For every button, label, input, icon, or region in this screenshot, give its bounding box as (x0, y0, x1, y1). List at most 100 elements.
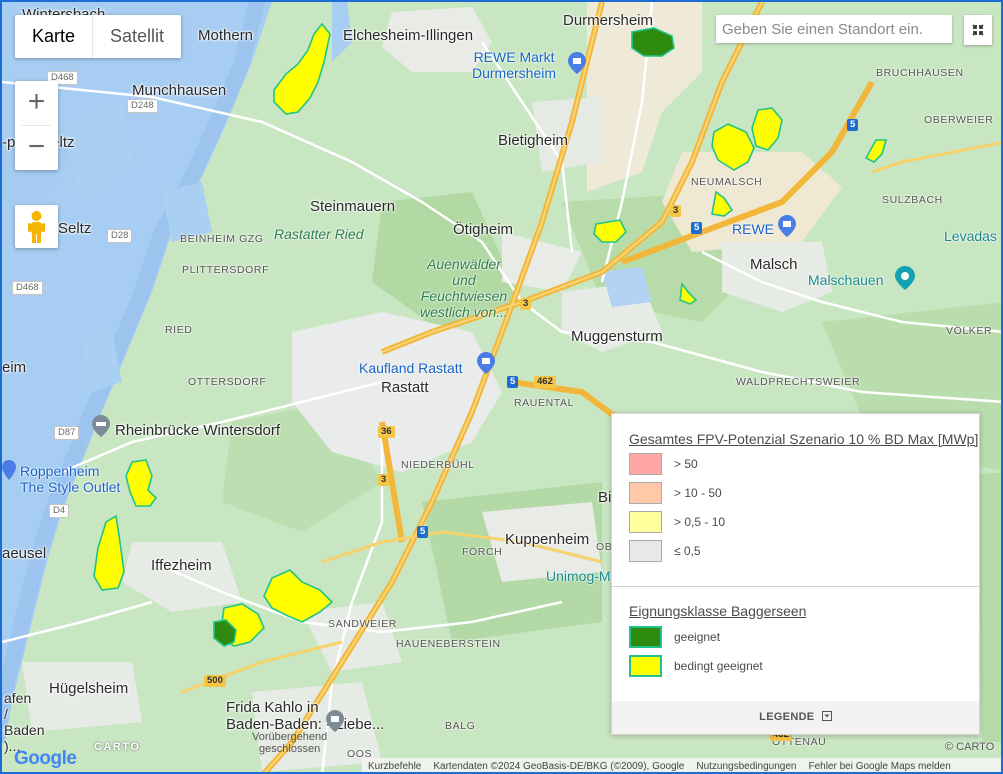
label-niederbuhl: NIEDERBÜHL (401, 459, 475, 471)
terms-link[interactable]: Nutzungsbedingungen (690, 761, 802, 772)
road-d248: D248 (127, 99, 158, 113)
legend-panel: Gesamtes FPV-Potenzial Szenario 10 % BD … (611, 413, 980, 735)
pegman-icon (28, 211, 45, 243)
label-beinheim: BEINHEIM GZG (180, 233, 264, 245)
google-logo-text: Google (14, 748, 77, 769)
label-mothern: Mothern (198, 27, 254, 44)
legend-label: > 0,5 - 10 (674, 515, 726, 529)
shopping-pin-icon[interactable] (568, 52, 586, 74)
label-haueneberstein: HAUENEBERSTEIN (396, 638, 501, 650)
shopping-pin-icon[interactable] (2, 460, 20, 482)
zoom-out-button[interactable]: − (15, 126, 58, 170)
map-type-karte-button[interactable]: Karte (15, 15, 94, 58)
label-bi: Bi (598, 489, 612, 506)
poi-roppenheim[interactable]: Roppenheim The Style Outlet (20, 463, 120, 495)
poi-rewe-markt[interactable]: REWE Markt Durmersheim (472, 49, 556, 81)
legend-swatch-10-50 (629, 482, 662, 504)
zoom-control: + − (15, 81, 58, 170)
collapse-icon (821, 711, 832, 721)
label-oberweier: OBERWEIER (924, 114, 994, 126)
label-hugelsheim: Hügelsheim (49, 680, 129, 697)
road-d468: D468 (12, 281, 43, 295)
label-aeusel: aeusel (2, 545, 47, 562)
legend-row: ≤ 0,5 (629, 540, 701, 562)
google-logo[interactable]: Google (14, 748, 77, 770)
label-forch: FÖRCH (462, 546, 503, 558)
legend-swatch-bedingt-geeignet (629, 655, 662, 677)
legend-toggle-label: LEGENDE (759, 711, 815, 723)
legend-title-fpv: Gesamtes FPV-Potenzial Szenario 10 % BD … (629, 431, 979, 447)
carto-watermark: CARTO (94, 741, 141, 753)
label-plittersdorf: PLITTERSDORF (182, 264, 270, 276)
legend-label: > 10 - 50 (674, 486, 722, 500)
road-b3: 3 (378, 474, 390, 486)
legend-row: > 50 (629, 453, 698, 475)
label-rauental: RAUENTAL (514, 397, 575, 409)
street-view-pegman-button[interactable] (15, 205, 58, 248)
poi-kaufland[interactable]: Kaufland Rastatt (359, 360, 463, 376)
legend-label: bedingt geeignet (674, 659, 763, 673)
label-elchesheim: Elchesheim-Illingen (343, 27, 474, 44)
label-muggensturm: Muggensturm (571, 328, 663, 345)
poi-rewe[interactable]: REWE (732, 221, 774, 237)
label-left-eim: eim (2, 359, 27, 376)
location-search-input[interactable] (716, 15, 952, 43)
label-durmersheim: Durmersheim (563, 12, 654, 29)
label-iffezheim: Iffezheim (151, 557, 212, 574)
label-volker: VÖLKER (946, 325, 993, 337)
label-sulzbach: SULZBACH (882, 194, 943, 206)
road-b3: 3 (520, 298, 532, 310)
legend-title-baggerseen: Eignungsklasse Baggerseen (629, 603, 807, 619)
label-levadas: Levadas (944, 228, 997, 244)
map-type-satellit-button[interactable]: Satellit (93, 15, 181, 58)
label-ottersdorf: OTTERSDORF (188, 376, 267, 388)
label-sandweier: SANDWEIER (328, 618, 397, 630)
legend-label: > 50 (674, 457, 698, 471)
legend-label: geeignet (674, 630, 721, 644)
poi-frida-kahlo[interactable]: Frida Kahlo in Baden-Baden: - Liebe... (226, 699, 384, 733)
map-data-attribution: Kartendaten ©2024 GeoBasis-DE/BKG (©2009… (433, 760, 685, 772)
label-rheinbrucke: Rheinbrücke Wintersdorf (115, 422, 281, 439)
legend-swatch-over-50 (629, 453, 662, 475)
shortcuts-link[interactable]: Kurzbefehle (362, 761, 427, 772)
shopping-pin-icon[interactable] (477, 352, 495, 374)
map-footer: Kurzbefehle Kartendaten ©2024 GeoBasis-D… (362, 758, 1001, 772)
label-rastatt: Rastatt (381, 379, 429, 396)
legend-row: > 10 - 50 (629, 482, 722, 504)
road-a5: 5 (417, 526, 429, 538)
road-d87: D87 (54, 426, 80, 440)
legend-swatch-under-05 (629, 540, 662, 562)
label-seltz: Seltz (58, 220, 92, 237)
map-frame[interactable]: Wintersbach Mothern Elchesheim-Illingen … (0, 0, 1003, 774)
label-ob: OB (596, 541, 613, 553)
museum-pin-icon[interactable] (326, 710, 344, 732)
legend-toggle-button[interactable]: LEGENDE (612, 701, 979, 734)
road-b462: 462 (534, 376, 556, 388)
label-otigheim: Ötigheim (453, 221, 514, 238)
label-auenwalder: Auenwälder und Feuchtwiesen westlich von… (420, 256, 508, 320)
road-d4: D4 (49, 504, 70, 518)
road-a5: 5 (847, 119, 859, 131)
camera-pin-icon[interactable] (895, 266, 915, 290)
legend-divider (612, 586, 979, 587)
label-malschauen[interactable]: Malschauen (808, 272, 884, 288)
bridge-pin-icon[interactable] (92, 415, 110, 437)
label-bietigheim: Bietigheim (498, 132, 569, 149)
label-ried: RIED (165, 324, 193, 336)
legend-row: bedingt geeignet (629, 655, 763, 677)
legend-swatch-geeignet (629, 626, 662, 648)
zoom-in-button[interactable]: + (15, 81, 58, 125)
label-neumalsch: NEUMALSCH (691, 176, 763, 188)
fullscreen-button[interactable] (964, 15, 992, 45)
report-error-link[interactable]: Fehler bei Google Maps melden (802, 761, 956, 772)
road-b36: 36 (378, 426, 395, 438)
label-waldprechtsweier: WALDPRECHTSWEIER (736, 376, 861, 388)
shopping-pin-icon[interactable] (778, 215, 796, 237)
road-a5: 5 (507, 376, 519, 388)
label-munchhausen: Munchhausen (132, 82, 227, 99)
carto-attribution[interactable]: © CARTO (945, 741, 994, 753)
legend-swatch-05-10 (629, 511, 662, 533)
road-d28: D28 (107, 229, 133, 243)
fullscreen-exit-icon (972, 24, 984, 36)
map-type-control: Karte Satellit (15, 15, 182, 58)
